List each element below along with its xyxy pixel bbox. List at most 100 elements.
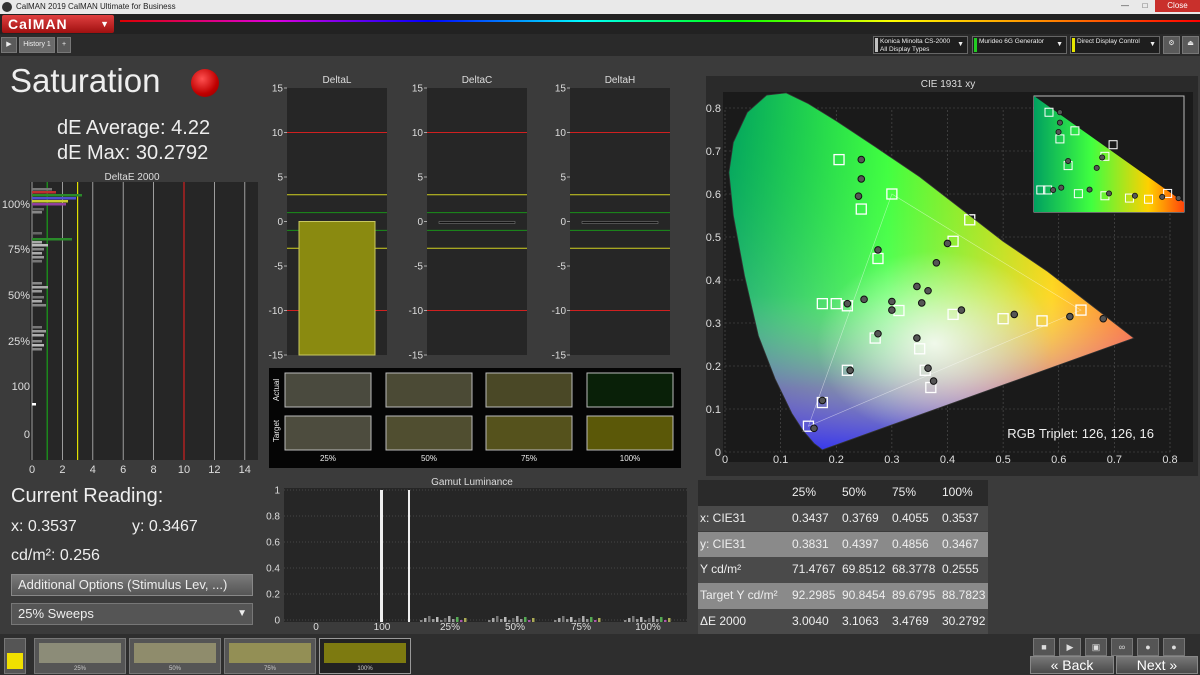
chevron-down-icon: ▼: [237, 608, 247, 619]
eject-icon[interactable]: ⏏: [1182, 36, 1199, 54]
next-button[interactable]: Next »: [1116, 656, 1198, 674]
step-thumbnail[interactable]: 25%: [34, 638, 126, 674]
gamut-bar: [456, 617, 459, 622]
cie-measured-point: [843, 299, 852, 308]
gamut-bar: [632, 616, 635, 622]
deltae-bar: [32, 208, 44, 211]
circle-icon-2[interactable]: ●: [1163, 638, 1185, 656]
deltae-bar: [32, 326, 42, 329]
tab-bar: ▶ History 1 + Konica Minolta CS-2000 All…: [0, 34, 1200, 56]
table-header-cell: 75%: [892, 485, 917, 499]
actual-label: Actual: [272, 379, 281, 401]
step-thumbnail[interactable]: 75%: [224, 638, 316, 674]
gamut-y-tick: 0.2: [266, 590, 280, 601]
delta-bar: [581, 221, 659, 224]
deltae-bar: [32, 296, 44, 299]
table-header-cell: 25%: [792, 485, 817, 499]
gamut-bar: [586, 619, 589, 622]
maximize-button[interactable]: □: [1135, 0, 1155, 12]
stop-icon[interactable]: ■: [1033, 638, 1055, 656]
current-y: y: 0.3467: [132, 518, 198, 535]
minimize-button[interactable]: —: [1115, 0, 1135, 12]
step-thumbnail-label: 100%: [357, 666, 373, 672]
back-icon: «: [1050, 657, 1063, 673]
link-icon[interactable]: ∞: [1111, 638, 1133, 656]
circle-icon[interactable]: ●: [1137, 638, 1159, 656]
gear-icon[interactable]: ⚙: [1163, 36, 1180, 54]
current-reading-heading: Current Reading:: [11, 485, 164, 507]
gamut-bar: [524, 617, 527, 622]
cie-measured-point: [810, 424, 818, 433]
back-label: Back: [1062, 657, 1094, 673]
table-cell: 90.8454: [842, 588, 886, 603]
gamut-luminance-chart: Gamut Luminance 1 0.8 0.6 0.4 0.2 0 0 100 25% 50% 7…: [266, 477, 687, 633]
deltae-bar: [32, 197, 76, 200]
gamut-x-tick: 75%: [571, 622, 591, 633]
table-cell: 88.7823: [942, 588, 986, 603]
back-button[interactable]: « Back: [1030, 656, 1114, 674]
delta-y-tick: -10: [552, 306, 567, 317]
deltae-x-tick: 6: [120, 464, 126, 476]
next-label: Next: [1136, 657, 1166, 673]
tab-history-1[interactable]: History 1: [19, 37, 55, 53]
deltae-x-tick: 0: [29, 464, 35, 476]
table-row: Y cd/m² 71.4767 69.8512 68.3778 0.2555: [698, 557, 988, 583]
gamut-bar: [562, 616, 565, 622]
calman-menu-button[interactable]: CalMAN ▼: [2, 15, 114, 33]
sweeps-select[interactable]: 25% Sweeps ▼: [11, 603, 253, 625]
delta-y-tick: 15: [555, 84, 567, 95]
cie-x-tick: 0.1: [773, 454, 788, 466]
chevron-down-icon: ▼: [1056, 41, 1063, 48]
device-display-control[interactable]: Direct Display Control ▼: [1070, 36, 1160, 54]
cie-inset-point: [1093, 164, 1100, 171]
table-cell: 0.3769: [842, 510, 879, 525]
title-bar: CalMAN 2019 CalMAN Ultimate for Business…: [0, 0, 1200, 14]
delta-y-tick: 10: [555, 128, 567, 139]
table-cell: 68.3778: [892, 562, 936, 577]
step-thumbnail[interactable]: 100%: [319, 638, 411, 674]
deltae-bar: [32, 348, 42, 351]
actual-swatch: [284, 372, 372, 408]
logo-bar: CalMAN ▼: [0, 14, 1200, 34]
swatch-label: 75%: [521, 454, 537, 463]
gamut-x-tick: 0: [313, 622, 319, 633]
deltae-bar: [32, 344, 44, 347]
deltae-y-tick: 25%: [8, 336, 30, 348]
play-icon[interactable]: ▶: [1059, 638, 1081, 656]
table-cell: 3.4769: [892, 614, 929, 628]
deltae-bar: [32, 203, 66, 206]
gamut-bar: [570, 617, 573, 622]
delta-y-tick: 0: [560, 217, 566, 228]
close-button[interactable]: Close: [1155, 0, 1200, 12]
delta-y-tick: -10: [269, 306, 284, 317]
deltae-bar: [32, 241, 42, 244]
cie-inset-point: [1099, 154, 1106, 161]
step-thumbnail[interactable]: 50%: [129, 638, 221, 674]
cie-inset-point: [1055, 128, 1062, 135]
table-cell: 0.3537: [942, 510, 979, 525]
device-generator[interactable]: Murideo 6G Generator ▼: [972, 36, 1067, 54]
cie-chart: CIE 1931 xy 0 0.1 0.2 0.3 0.4 0.5 0.6 0.7 0.8 0.8…: [706, 76, 1198, 476]
cie-measured-point: [846, 366, 854, 375]
save-icon[interactable]: ▣: [1085, 638, 1107, 656]
deltae-x-tick: 4: [90, 464, 96, 476]
gamut-x-tick: 100: [374, 622, 391, 633]
deltae-title: DeltaE 2000: [104, 172, 159, 183]
cie-measured-point: [874, 329, 882, 338]
gamut-bar: [590, 617, 593, 622]
deltae-bar: [32, 334, 44, 337]
additional-options-button[interactable]: Additional Options (Stimulus Lev, ...): [11, 574, 253, 596]
device-meter[interactable]: Konica Minolta CS-2000 All Display Types…: [873, 36, 968, 54]
logo-text: CalMAN: [8, 16, 68, 32]
deltae-bar: [32, 211, 42, 214]
gamut-bar: [624, 620, 627, 622]
play-icon[interactable]: ▶: [1, 37, 17, 53]
delta-y-tick: 0: [277, 217, 283, 228]
add-tab-button[interactable]: +: [57, 37, 71, 53]
cie-x-tick: 0.7: [1107, 454, 1122, 466]
table-cell: Y cd/m²: [700, 562, 742, 577]
cie-measured-point: [913, 282, 921, 291]
cie-y-tick: 0.8: [706, 103, 721, 115]
gamut-bar: [492, 618, 495, 622]
gamut-bar: [558, 618, 561, 622]
